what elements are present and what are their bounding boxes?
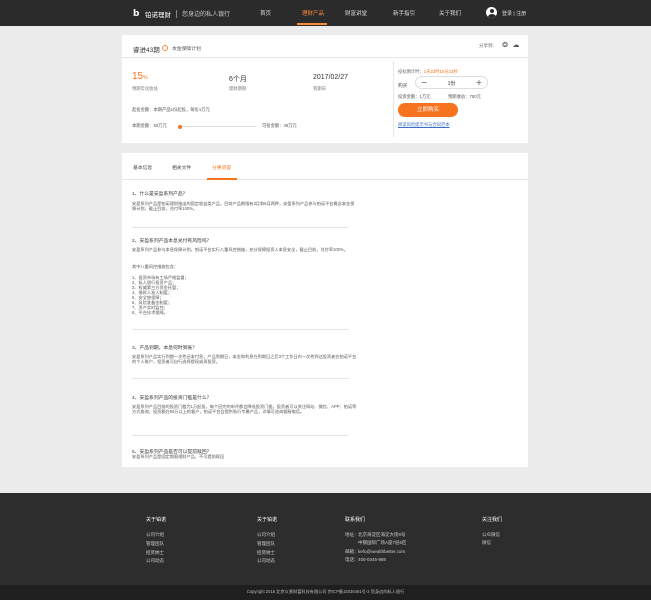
available-amount: 可投金额：49万元	[262, 123, 297, 128]
product-plan: 本金保障计划	[172, 47, 201, 52]
buy-now-button[interactable]: 立即购买	[398, 103, 458, 117]
wechat-share-icon[interactable]: ☁	[512, 41, 520, 49]
quantity-stepper: − 1份 +	[415, 76, 488, 89]
footer-link[interactable]: 招贤纳士	[146, 550, 164, 556]
nav-products[interactable]: 理财产品	[302, 9, 324, 17]
minimum-investment-info: 起投金额：本期产品1份起投，每份1万元	[132, 107, 210, 112]
footer-about-title-2: 关于铂诺	[257, 517, 278, 523]
logo-divider	[176, 9, 177, 18]
funding-progress-marker	[178, 124, 182, 129]
footer-link[interactable]: 公司介绍	[257, 532, 275, 538]
footer-phone: 400-0345-986	[358, 557, 387, 562]
invest-amount: 投资金额：1万元	[398, 94, 431, 99]
term-value: 6个月	[229, 76, 247, 83]
total-amount: 本期金额：50万元	[132, 123, 167, 128]
countdown: 投标倒计时：1天23时15分23秒	[398, 69, 458, 74]
maturity-date: 2017/02/27	[313, 74, 349, 81]
share-label: 分享到:	[479, 42, 494, 48]
nav-beginner-guide[interactable]: 新手指引	[393, 9, 415, 17]
minus-icon[interactable]: −	[418, 77, 430, 88]
footer-link[interactable]: 管理团队	[146, 541, 164, 547]
shield-icon	[162, 44, 168, 51]
copyright-text: Copyright 2016 北京义景财富科技有限公司 京ICP备1503649…	[246, 589, 405, 594]
brand-logo[interactable]: b 铂诺理财 您身边的私人银行	[133, 8, 230, 19]
faq-question: 2、安盈系列产品本息兑付有风险吗？	[132, 239, 212, 244]
tab-faq[interactable]: 分惠问答	[212, 164, 231, 171]
footer-phone-label: 电话：	[345, 557, 359, 562]
faq-divider	[132, 227, 349, 228]
nav-active-indicator	[297, 23, 327, 25]
countdown-value: 1天23时15分23秒	[423, 69, 458, 74]
card-vertical-divider	[393, 61, 394, 137]
footer-link[interactable]: 管理团队	[257, 541, 275, 547]
nav-home[interactable]: 首页	[260, 9, 271, 17]
brand-name: 铂诺理财	[145, 11, 171, 19]
expected-rate-label: 预期年化收益	[132, 86, 158, 91]
faq-answer: 安盈系列产品是铂诺理财推出的固定收益类产品，目前产品期限有3月和6月两种，安盈系…	[132, 201, 355, 212]
nav-wealth-class[interactable]: 财富讲堂	[345, 9, 367, 17]
logo-icon: b	[133, 8, 140, 19]
product-title: 睿进43期	[133, 47, 160, 54]
product-summary-card: 睿进43期 本金保障计划 分享到: ❂ ☁ 15% 预期年化收益 6个月 理财期…	[122, 35, 528, 143]
funding-progress-bar	[178, 124, 256, 129]
footer-email[interactable]: kefu@wealthbetter.com	[358, 549, 405, 554]
footer-link[interactable]: 公司介绍	[146, 532, 164, 538]
footer-link[interactable]: 公司动态	[146, 558, 164, 564]
faq-question: 3、产品到期，本息何时到账？	[132, 346, 198, 351]
maturity-date-label: 到期日	[313, 86, 326, 91]
detail-tabs: 基本信息 相关文件 分惠问答	[122, 153, 528, 180]
faq-answer: 安盈系列产品目前的投资门槛为1万起投，每个回完的申评都会降低投资门槛，投资者可以…	[132, 404, 357, 415]
tab-active-indicator	[207, 178, 237, 180]
footer-address-label: 地址：	[345, 532, 359, 537]
nav-about-us[interactable]: 关于我们	[439, 9, 461, 17]
weibo-share-icon[interactable]: ❂	[501, 41, 509, 49]
plus-icon[interactable]: +	[473, 77, 485, 88]
faq-list-item: 8、平台技术保障。	[132, 310, 168, 315]
tab-basic-info[interactable]: 基本信息	[133, 164, 152, 171]
tab-related-files[interactable]: 相关文件	[172, 164, 191, 171]
faq-divider	[132, 435, 349, 436]
footer-link[interactable]: 公众微信	[482, 532, 500, 538]
faq-answer: 安盈系列产品实行到期一次性还本付息，产品到期日，本金和利息在到期日之后3个工作日…	[132, 354, 357, 365]
card-header-divider	[122, 57, 528, 58]
footer-email-label: 邮箱：	[345, 549, 359, 554]
footer-follow-title: 关注我们	[482, 517, 503, 523]
faq-question: 1、什么是安盈系列产品？	[132, 192, 188, 197]
expected-rate: 15%	[132, 71, 148, 82]
product-details-card: 基本信息 相关文件 分惠问答 1、什么是安盈系列产品？ 安盈系列产品是铂诺理财推…	[122, 153, 528, 467]
user-avatar-icon[interactable]	[486, 7, 497, 18]
buy-label: 购买	[398, 84, 408, 89]
footer-address-1: 北京海淀区海淀大街8号	[358, 532, 406, 537]
footer-about-title: 关于铂诺	[146, 517, 167, 523]
faq-answer-subtitle: 其中八重风控措施包含：	[132, 264, 179, 269]
faq-divider	[132, 378, 349, 379]
faq-divider	[132, 329, 349, 330]
top-navbar: b 铂诺理财 您身边的私人银行 首页 理财产品 财富讲堂 新手指引 关于我们 登…	[0, 0, 651, 26]
expected-income: 预期收益：750元	[448, 94, 481, 99]
quantity-value[interactable]: 1份	[430, 80, 473, 87]
site-footer: 关于铂诺 公司介绍 管理团队 招贤纳士 公司动态 关于铂诺 公司介绍 管理团队 …	[0, 493, 651, 585]
faq-answer: 安盈系列产品参与本息保障计划，铂诺平台实行八重风控措施，充分保障投资人本息安全，…	[132, 247, 348, 252]
footer-link[interactable]: 微信	[482, 540, 491, 546]
footer-contact-title: 联系我们	[345, 517, 366, 523]
term-label: 理财期限	[229, 86, 247, 91]
footer-address-2: 中钢国际广场A座7层6区	[358, 540, 407, 545]
faq-answer: 安盈系列产品是固定期限理财产品，不可提前赎回	[132, 454, 225, 459]
copyright-bar: Copyright 2016 北京义景财富科技有限公司 京ICP备1503649…	[0, 585, 651, 600]
login-register-link[interactable]: 登录 | 注册	[502, 10, 526, 17]
risk-disclosure-link[interactable]: 阅读风险提示书与合同范本	[398, 122, 450, 128]
footer-link[interactable]: 公司动态	[257, 558, 275, 564]
footer-link[interactable]: 招贤纳士	[257, 550, 275, 556]
brand-slogan: 您身边的私人银行	[182, 12, 231, 18]
faq-question: 4、安盈系列产品的投资门槛是什么？	[132, 396, 212, 401]
